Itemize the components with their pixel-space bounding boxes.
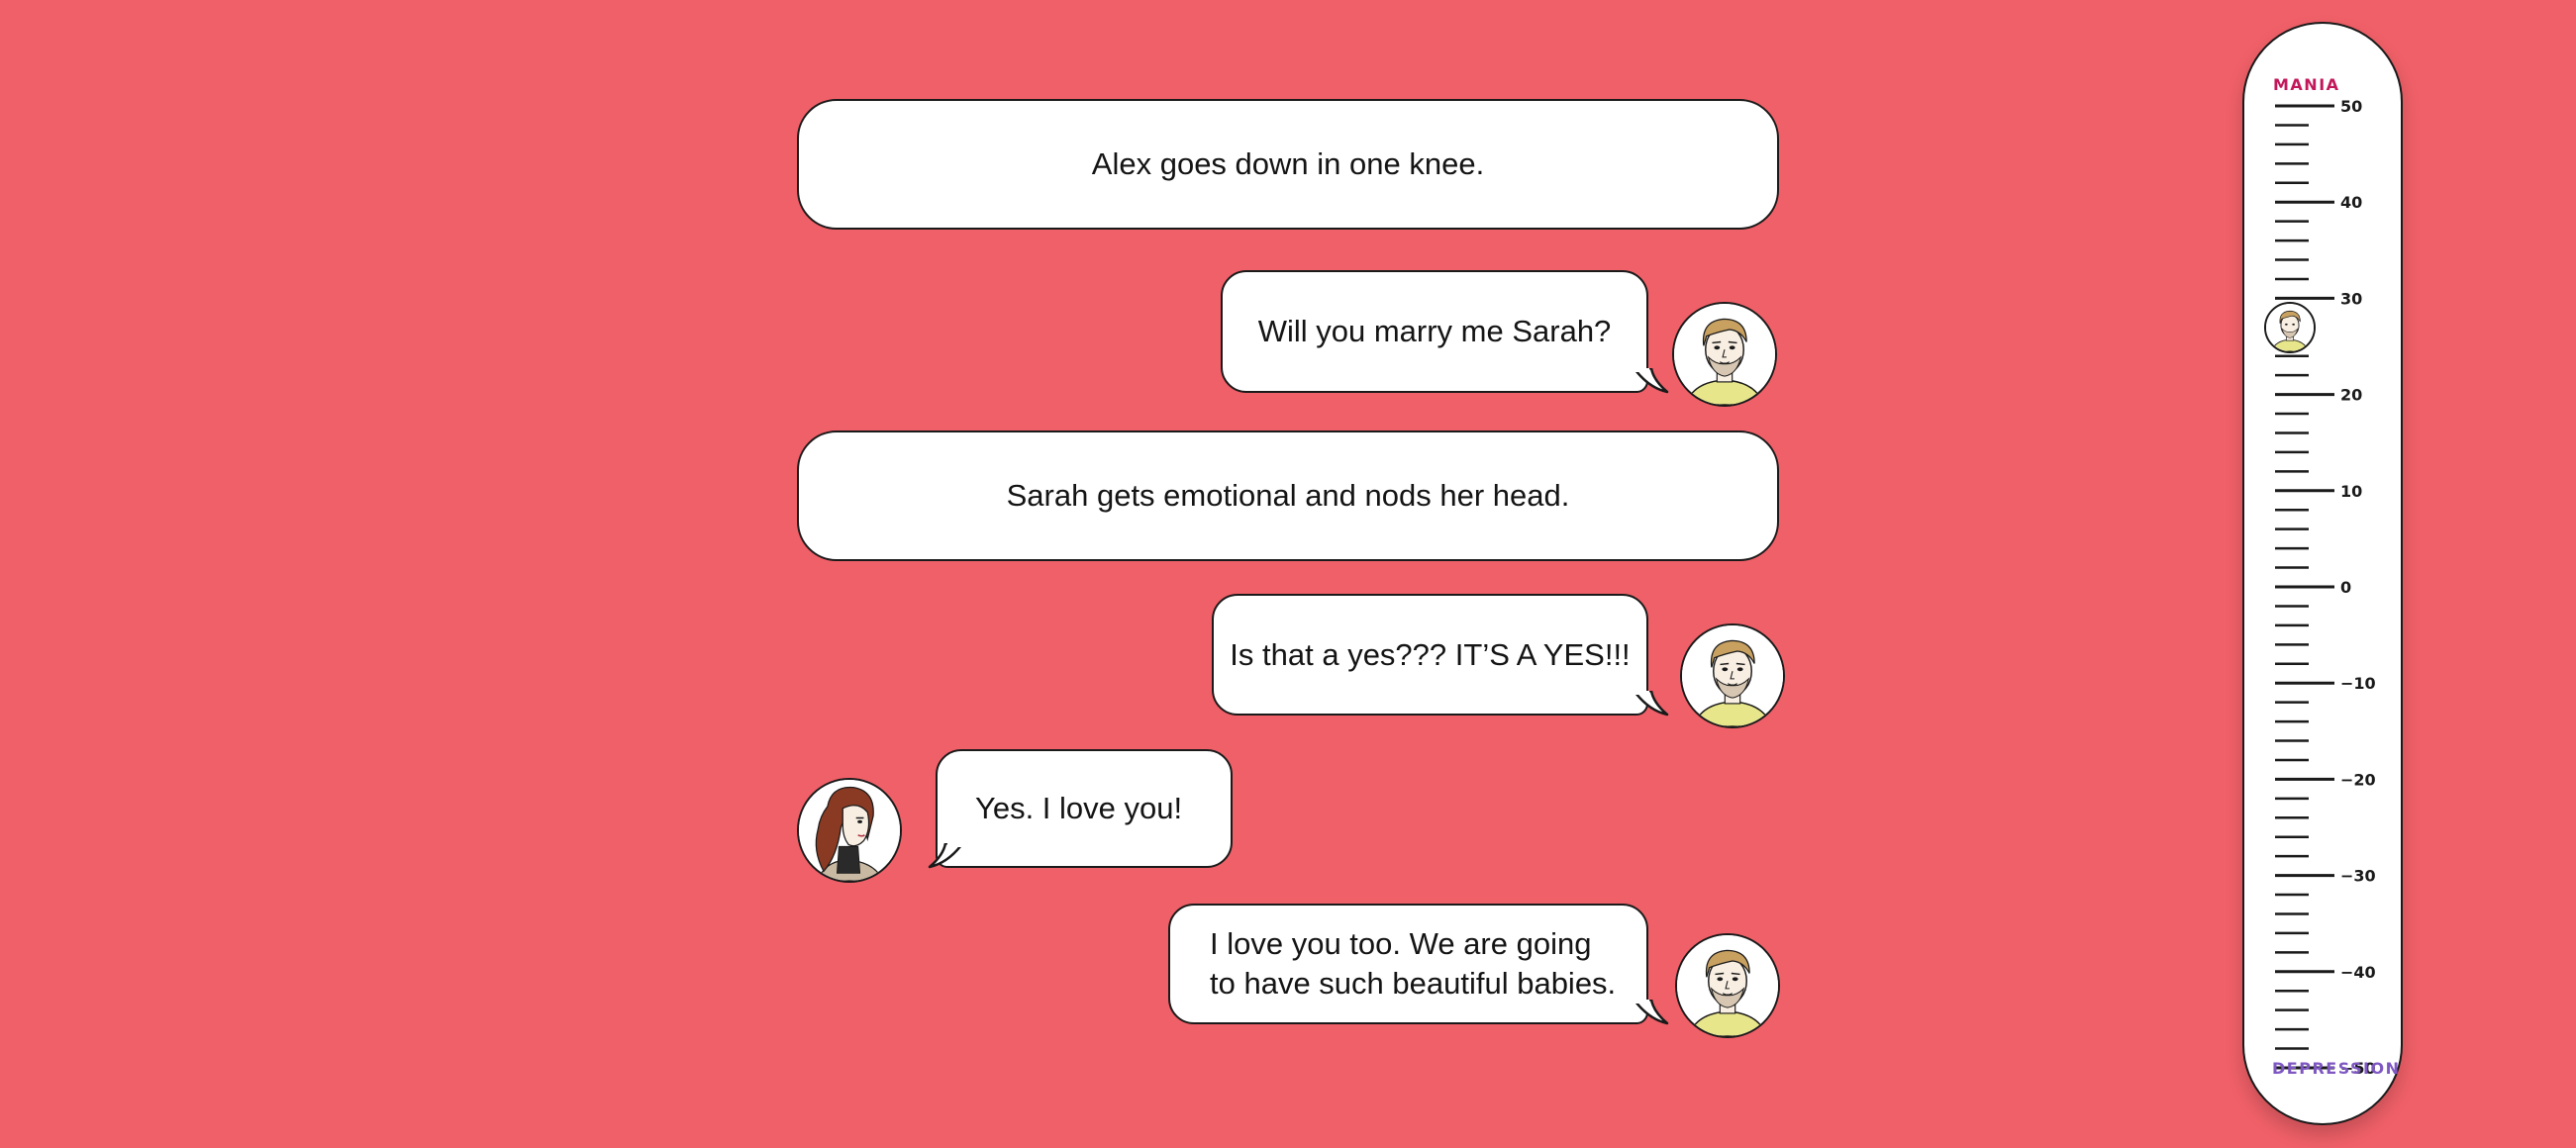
speech-line: to have such beautiful babies. <box>1210 966 1617 1001</box>
speech-text: Yes. I love you! <box>975 791 1183 825</box>
speech-tail <box>928 843 961 869</box>
meter-tick-label: 10 <box>2340 482 2362 501</box>
speech-line: I love you too. We are going <box>1210 926 1592 961</box>
speech-bubble-alex: Is that a yes??? IT’S A YES!!! <box>1212 594 1648 716</box>
meter-tick-label: −30 <box>2340 867 2376 886</box>
narration-box: Alex goes down in one knee. <box>797 99 1779 230</box>
meter-tick-label: 0 <box>2340 578 2351 597</box>
sarah-avatar-icon <box>797 778 902 883</box>
speech-bubble-sarah: Yes. I love you! <box>936 749 1233 868</box>
speech-tail <box>1635 691 1669 717</box>
meter-tick-label: 50 <box>2340 97 2362 116</box>
meter-scale: 50403020100−10−20−30−40−50 <box>2275 97 2376 1078</box>
alex-avatar-icon <box>1680 623 1785 728</box>
speech-text: Will you marry me Sarah? <box>1257 314 1612 348</box>
narration-text: Sarah gets emotional and nods her head. <box>1006 478 1570 513</box>
speech-bubble-alex: I love you too. We are going to have suc… <box>1168 904 1648 1024</box>
meter-tick-label: 40 <box>2340 193 2362 212</box>
mood-meter: MANIA 50 40 30 20 10 0 −10 −20 −30 −40 −50 DEPRESS… <box>2242 22 2403 1125</box>
meter-tick-label: −40 <box>2340 963 2376 982</box>
alex-avatar-icon <box>1672 302 1777 407</box>
meter-tick-label: 30 <box>2340 289 2362 308</box>
meter-tick-label: 20 <box>2340 386 2362 405</box>
alex-avatar-icon <box>1675 933 1780 1038</box>
meter-tick-label: −10 <box>2340 674 2376 693</box>
speech-text: Is that a yes??? IT’S A YES!!! <box>1230 636 1631 672</box>
speech-bubble-alex: Will you marry me Sarah? <box>1221 270 1648 393</box>
speech-tail <box>1635 1000 1669 1025</box>
narration-box: Sarah gets emotional and nods her head. <box>797 430 1779 561</box>
narration-text: Alex goes down in one knee. <box>1091 146 1485 181</box>
meter-bottom-label: DEPRESSION <box>2272 1059 2401 1078</box>
speech-text: I love you too. We are going to have suc… <box>1210 924 1616 1004</box>
meter-marker-alex-icon <box>2264 301 2316 353</box>
meter-tick-label: −20 <box>2340 770 2376 789</box>
chat-transcript: Alex goes down in one knee. Will you mar… <box>0 0 2576 1148</box>
speech-tail <box>1635 368 1669 394</box>
